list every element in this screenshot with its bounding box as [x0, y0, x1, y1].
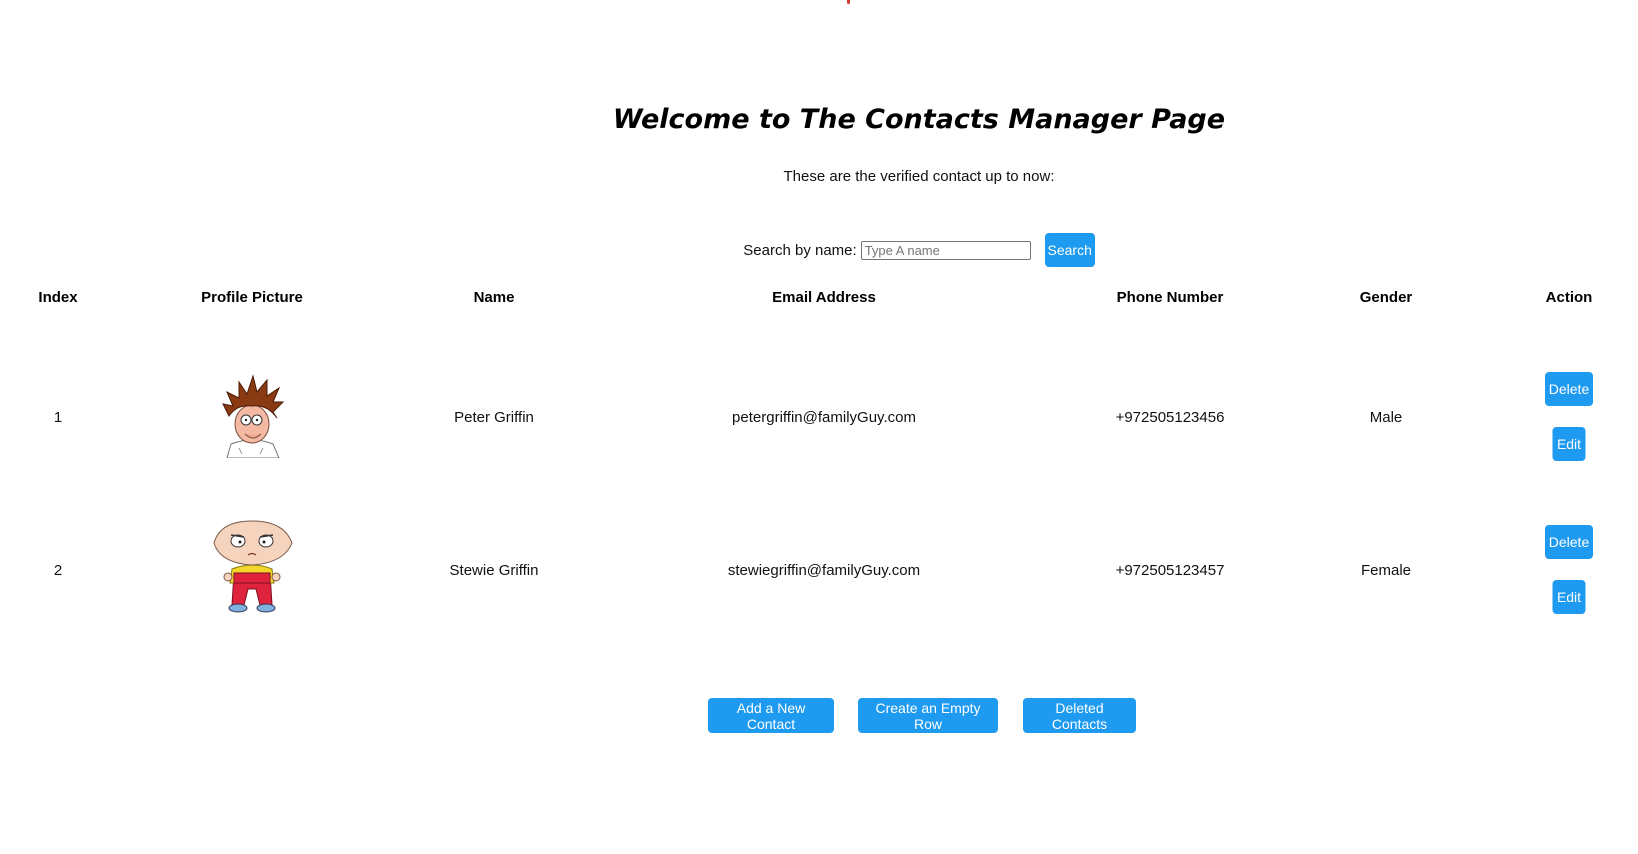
column-header-action: Action: [1545, 289, 1593, 306]
search-button[interactable]: Search: [1044, 233, 1095, 267]
row-gender: Male: [1369, 409, 1403, 426]
edit-button[interactable]: Edit: [1552, 580, 1586, 614]
delete-button[interactable]: Delete: [1545, 372, 1593, 406]
row-index: 2: [53, 562, 63, 579]
column-header-gender: Gender: [1359, 289, 1413, 306]
row-name: Peter Griffin: [454, 409, 534, 426]
column-header-email: Email Address: [772, 289, 876, 306]
row-email: petergriffin@familyGuy.com: [732, 409, 916, 426]
column-header-profile-picture: Profile Picture: [201, 289, 303, 306]
row-gender: Female: [1360, 562, 1412, 579]
stewie-griffin-avatar: [213, 520, 293, 613]
column-header-phone: Phone Number: [1116, 289, 1224, 306]
column-header-name: Name: [473, 289, 515, 306]
row-phone: +972505123457: [1115, 562, 1225, 579]
page-subtitle: These are the verified contact up to now…: [783, 168, 1055, 185]
row-index: 1: [53, 409, 63, 426]
top-marker: [847, 0, 850, 4]
search-bar: Search by name: Search: [0, 233, 1638, 267]
row-phone: +972505123456: [1115, 409, 1225, 426]
peter-griffin-avatar: [222, 374, 285, 458]
deleted-contacts-button[interactable]: Deleted Contacts: [1023, 698, 1136, 733]
row-name: Stewie Griffin: [449, 562, 539, 579]
search-label: Search by name:: [743, 241, 857, 259]
page-title: Welcome to The Contacts Manager Page: [612, 104, 1226, 135]
create-empty-row-button[interactable]: Create an Empty Row: [858, 698, 998, 733]
row-email: stewiegriffin@familyGuy.com: [727, 562, 921, 579]
edit-button[interactable]: Edit: [1552, 427, 1586, 461]
add-contact-button[interactable]: Add a New Contact: [708, 698, 834, 733]
delete-button[interactable]: Delete: [1545, 525, 1593, 559]
search-input[interactable]: [860, 240, 1031, 260]
column-header-index: Index: [38, 289, 78, 306]
